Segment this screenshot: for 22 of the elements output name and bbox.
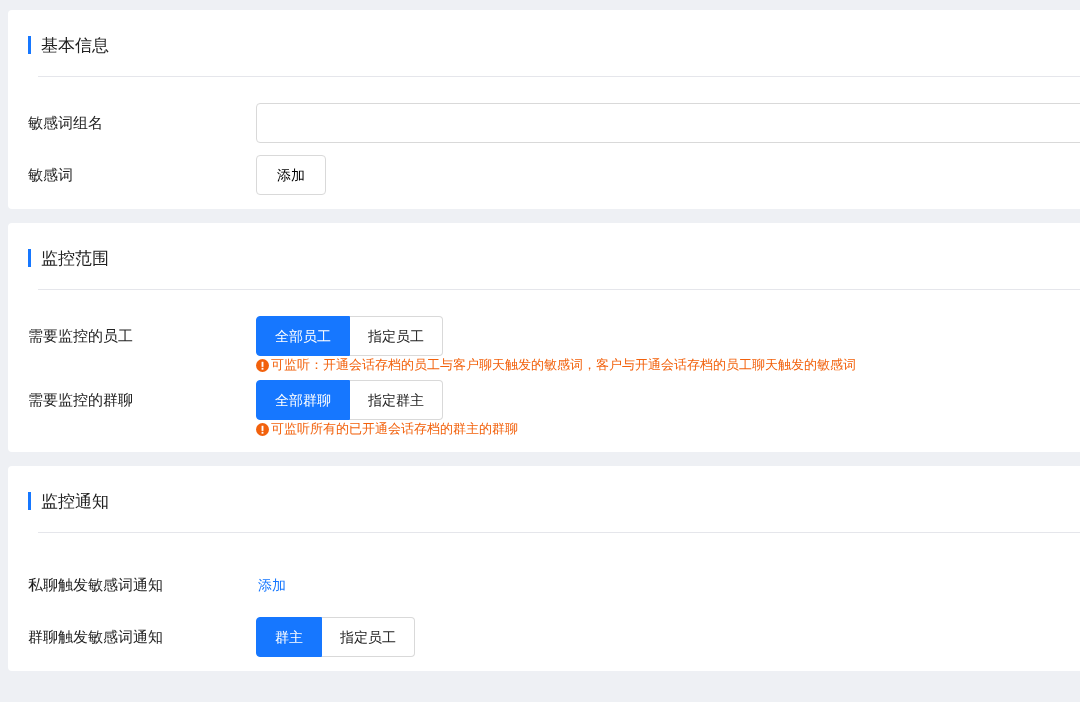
hint-text: 可监听所有的已开通会话存档的群主的群聊 <box>271 420 518 438</box>
add-button[interactable]: 添加 <box>256 155 326 195</box>
segment-option[interactable]: 群主 <box>256 617 322 657</box>
warning-icon <box>256 358 269 372</box>
section-title: 监控范围 <box>28 249 109 267</box>
hint-text: 可监听：开通会话存档的员工与客户聊天触发的敏感词，客户与开通会话存档的员工聊天触发的敏感词 <box>271 356 856 374</box>
section-title: 监控通知 <box>28 492 109 510</box>
field-label: 私聊触发敏感词通知 <box>28 575 164 596</box>
segment-option[interactable]: 全部员工 <box>256 316 350 356</box>
warning-icon <box>256 422 269 436</box>
field-label: 需要监控的员工 <box>28 326 134 347</box>
segment-option[interactable]: 指定员工 <box>322 617 415 657</box>
field-label: 群聊触发敏感词通知 <box>28 627 164 648</box>
segment-option[interactable]: 指定群主 <box>350 380 443 420</box>
segment-option[interactable]: 指定员工 <box>350 316 443 356</box>
segment-option[interactable]: 全部群聊 <box>256 380 350 420</box>
field-label: 需要监控的群聊 <box>28 390 134 411</box>
add-link[interactable]: 添加 <box>256 577 286 593</box>
text-field[interactable] <box>256 103 1080 143</box>
field-label: 敏感词组名 <box>28 113 104 134</box>
section-title: 基本信息 <box>28 36 109 54</box>
field-label: 敏感词 <box>28 165 74 186</box>
